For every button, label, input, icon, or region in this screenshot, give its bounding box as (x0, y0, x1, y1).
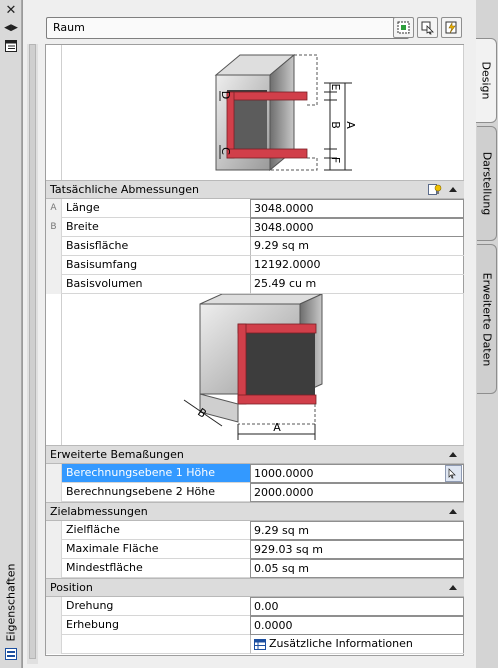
collapse-arrow-icon[interactable] (449, 585, 457, 590)
select-objects-button[interactable] (393, 17, 414, 38)
property-row-breite: B Breite 3048.0000 (46, 218, 464, 237)
property-row-additional-info: Zusätzliche Informationen (46, 635, 464, 654)
property-row-drehung: Drehung 0.00 (46, 597, 464, 616)
property-row-ebene2: Berechnungsebene 2 Höhe 2000.0000 (46, 483, 464, 502)
property-row-laenge: A Länge 3048.0000 (46, 199, 464, 218)
property-label: Mindestfläche (61, 559, 250, 578)
property-label: Länge (61, 199, 250, 218)
scrollbar-thumb[interactable] (29, 44, 36, 659)
row-marker (46, 464, 61, 483)
mindestflaeche-input[interactable]: 0.05 sq m (250, 559, 464, 578)
property-row-maximale-flaeche: Maximale Fläche 929.03 sq m (46, 540, 464, 559)
zielflaeche-input[interactable]: 9.29 sq m (250, 521, 464, 540)
row-marker (46, 483, 61, 502)
property-row-basisvolumen: Basisvolumen 25.49 cu m (46, 275, 464, 294)
laenge-input[interactable]: 3048.0000 (250, 199, 464, 218)
property-label: Berechnungsebene 2 Höhe (61, 483, 250, 502)
property-label: Berechnungsebene 1 Höhe (61, 464, 250, 483)
quick-properties-button[interactable] (441, 17, 462, 38)
property-label: Drehung (61, 597, 250, 616)
section-header-target-dimensions[interactable]: Zielabmessungen (46, 502, 464, 521)
auto-hide-icon[interactable]: ◀▶ (4, 21, 18, 35)
tab-darstellung[interactable]: Darstellung (477, 126, 497, 241)
tab-erweiterte-daten[interactable]: Erweiterte Daten (477, 244, 497, 394)
row-marker (46, 237, 61, 256)
row-marker (46, 540, 61, 559)
additional-info-label: Zusätzliche Informationen (269, 637, 413, 650)
property-label: Erhebung (61, 616, 250, 635)
row-marker: A (46, 199, 61, 218)
tab-strip: Design Darstellung Erweiterte Daten (476, 0, 498, 668)
dim-label-c: C (219, 147, 232, 155)
section-header-extended-dimensions[interactable]: Erweiterte Bemaßungen (46, 445, 464, 464)
properties-palette: Raum D E B A C F Tatsächliche Abmessunge… (22, 0, 476, 668)
style-selector[interactable]: Raum (46, 17, 409, 39)
row-marker: B (46, 218, 61, 237)
dim-label-e: E (329, 84, 342, 91)
ebene1-input[interactable]: 1000.0000 (250, 464, 464, 483)
lightning-select-icon (445, 21, 456, 33)
maximale-flaeche-input[interactable]: 929.03 sq m (250, 540, 464, 559)
row-marker (46, 616, 61, 635)
property-label-empty (61, 635, 250, 654)
property-value: 25.49 cu m (250, 275, 464, 294)
close-icon[interactable]: ✕ (4, 3, 18, 18)
property-label: Breite (61, 218, 250, 237)
property-row-ebene1: Berechnungsebene 1 Höhe 1000.0000 (46, 464, 464, 483)
collapse-arrow-icon[interactable] (449, 509, 457, 514)
table-icon (254, 638, 266, 650)
additional-info-button[interactable]: Zusätzliche Informationen (250, 635, 464, 654)
dimension-diagram-2: A B (61, 293, 464, 445)
dim-label-f: F (329, 157, 342, 163)
pick-icon (448, 468, 456, 479)
property-label: Zielfläche (61, 521, 250, 540)
section-header-actual-dimensions[interactable]: Tatsächliche Abmessungen (46, 180, 464, 199)
dim-label-a2: A (273, 421, 281, 434)
property-value: 12192.0000 (250, 256, 464, 275)
property-value: 9.29 sq m (250, 237, 464, 256)
palette-menu-icon[interactable] (4, 39, 18, 53)
section-header-position[interactable]: Position (46, 578, 464, 597)
dimension-diagram-1: D E B A C F (61, 45, 464, 180)
pick-point-button[interactable] (445, 465, 462, 482)
property-row-mindestflaeche: Mindestfläche 0.05 sq m (46, 559, 464, 578)
quick-select-icon (397, 21, 410, 34)
toolbar: Raum (23, 12, 477, 42)
palette-title: Eigenschaften (4, 563, 18, 642)
dim-label-d: D (219, 91, 232, 99)
row-marker (46, 521, 61, 540)
row-marker (46, 635, 61, 654)
property-row-zielflaeche: Zielfläche 9.29 sq m (46, 521, 464, 540)
row-marker (46, 256, 61, 275)
properties-icon[interactable] (4, 647, 18, 661)
row-marker (46, 597, 61, 616)
property-label: Basisfläche (61, 237, 250, 256)
row-marker (46, 275, 61, 294)
dim-label-b: B (329, 121, 342, 129)
property-row-erhebung: Erhebung 0.0000 (46, 616, 464, 635)
row-marker (46, 559, 61, 578)
property-label: Basisvolumen (61, 275, 250, 294)
erhebung-input[interactable]: 0.0000 (250, 616, 464, 635)
property-row-basisflaeche: Basisfläche 9.29 sq m (46, 237, 464, 256)
palette-title-bar: ✕ ◀▶ Eigenschaften (0, 0, 22, 668)
pick-add-button[interactable] (417, 17, 438, 38)
collapse-arrow-icon[interactable] (449, 452, 457, 457)
property-label: Basisumfang (61, 256, 250, 275)
dim-label-a: A (344, 121, 357, 129)
cursor-select-icon (421, 21, 434, 34)
property-label: Maximale Fläche (61, 540, 250, 559)
property-row-basisumfang: Basisumfang 12192.0000 (46, 256, 464, 275)
property-grid: D E B A C F Tatsächliche Abmessungen A L… (45, 44, 464, 656)
ebene2-input[interactable]: 2000.0000 (250, 483, 464, 502)
collapse-arrow-icon[interactable] (449, 187, 457, 192)
drehung-input[interactable]: 0.00 (250, 597, 464, 616)
info-bulb-icon[interactable] (428, 183, 442, 196)
tab-design[interactable]: Design (476, 38, 497, 123)
breite-input[interactable]: 3048.0000 (250, 218, 464, 237)
